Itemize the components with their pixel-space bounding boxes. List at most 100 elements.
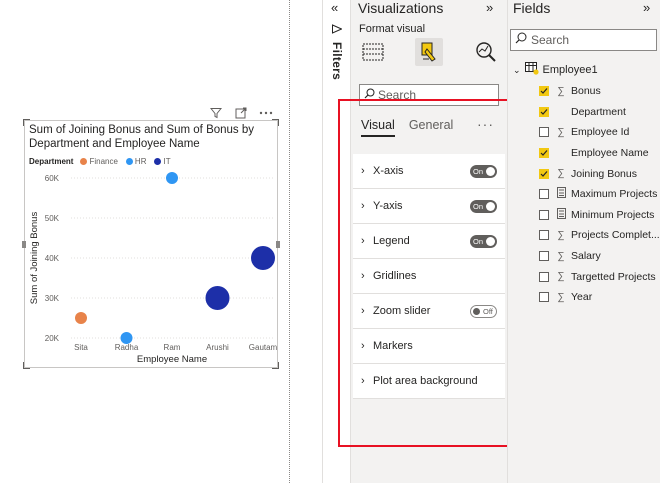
chevron-right-icon: › bbox=[361, 340, 365, 352]
calculator-icon bbox=[555, 187, 567, 201]
resize-corner-tr[interactable] bbox=[272, 119, 279, 126]
card-legend[interactable]: › Legend On bbox=[353, 224, 505, 259]
field-item-targetted-projects[interactable]: ∑ Targetted Projects bbox=[539, 266, 660, 287]
field-checkbox[interactable] bbox=[539, 292, 549, 303]
chevron-right-double-icon[interactable]: » bbox=[486, 0, 493, 15]
card-label: Legend bbox=[373, 235, 410, 247]
field-checkbox[interactable] bbox=[539, 168, 549, 179]
card-label: Y-axis bbox=[373, 200, 403, 212]
tab-visual[interactable]: Visual bbox=[361, 118, 395, 137]
field-item-department[interactable]: Department bbox=[539, 102, 660, 123]
data-point-it-arushi[interactable] bbox=[205, 286, 230, 310]
data-point-hr-ram[interactable] bbox=[166, 172, 178, 184]
table-employee1[interactable]: ⌄ Employee1 bbox=[513, 62, 598, 78]
calculator-icon bbox=[555, 207, 567, 222]
field-item-year[interactable]: ∑ Year bbox=[539, 287, 660, 308]
toggle-state: On bbox=[473, 237, 484, 246]
field-checkbox[interactable] bbox=[539, 86, 549, 97]
card-zoom-slider[interactable]: › Zoom slider Off bbox=[353, 294, 505, 329]
report-canvas: Sum of Joining Bonus and Sum of Bonus by… bbox=[0, 0, 322, 483]
sigma-icon: ∑ bbox=[557, 250, 565, 262]
card-y-axis[interactable]: › Y-axis On bbox=[353, 189, 505, 224]
card-label: Plot area background bbox=[373, 375, 478, 387]
y-tick-label: 50K bbox=[45, 214, 60, 223]
field-item-bonus[interactable]: ∑ Bonus bbox=[539, 81, 660, 102]
resize-handle-right[interactable] bbox=[276, 241, 280, 248]
field-checkbox[interactable] bbox=[539, 271, 549, 282]
format-visual-icon[interactable] bbox=[415, 38, 443, 66]
chevron-left-double-icon[interactable]: « bbox=[331, 0, 338, 15]
sigma-icon: ∑ bbox=[557, 229, 565, 241]
field-list: ∑ Bonus Department ∑ Employee Id Employee Nam… bbox=[539, 81, 660, 308]
resize-corner-br[interactable] bbox=[272, 362, 279, 369]
card-label: Markers bbox=[373, 340, 413, 352]
more-options-icon[interactable]: ··· bbox=[477, 116, 494, 132]
y-tick-label: 20K bbox=[45, 334, 60, 343]
chevron-right-icon: › bbox=[361, 200, 365, 212]
y-tick-label: 30K bbox=[45, 294, 60, 303]
fields-title: Fields bbox=[513, 0, 551, 16]
tab-general[interactable]: General bbox=[409, 118, 453, 137]
field-item-employee-name[interactable]: Employee Name bbox=[539, 143, 660, 164]
filter-icon[interactable] bbox=[208, 105, 224, 121]
resize-corner-tl[interactable] bbox=[23, 119, 30, 126]
x-tick-label: Radha bbox=[115, 343, 139, 352]
field-checkbox[interactable] bbox=[539, 251, 549, 262]
field-item-salary[interactable]: ∑ Salary bbox=[539, 246, 660, 267]
card-plot-area-background[interactable]: › Plot area background bbox=[353, 364, 505, 399]
field-item-employee-id[interactable]: ∑ Employee Id bbox=[539, 122, 660, 143]
data-point-hr-radha[interactable] bbox=[120, 332, 133, 344]
field-checkbox[interactable] bbox=[539, 106, 549, 117]
pane-mode-icons bbox=[359, 38, 504, 68]
toggle-knob bbox=[473, 308, 480, 315]
sigma-icon: ∑ bbox=[557, 168, 565, 180]
toggle-knob bbox=[486, 237, 495, 246]
field-item-maximum-projects[interactable]: Maximum Projects bbox=[539, 184, 660, 205]
legend-toggle[interactable]: On bbox=[470, 235, 497, 248]
y-tick-label: 60K bbox=[45, 174, 60, 183]
x-axis-toggle[interactable]: On bbox=[470, 165, 497, 178]
visualizations-pane: Visualizations » Format visual Visual Ge… bbox=[350, 0, 507, 483]
chevron-right-icon: › bbox=[361, 375, 365, 387]
chevron-down-icon: ⌄ bbox=[513, 64, 521, 75]
filters-pane-collapsed[interactable]: « Filters bbox=[322, 0, 350, 483]
fields-search-box[interactable] bbox=[510, 29, 657, 51]
field-checkbox[interactable] bbox=[539, 209, 549, 220]
focus-mode-icon[interactable] bbox=[233, 105, 249, 121]
field-label: Employee Name bbox=[571, 147, 649, 160]
table-name: Employee1 bbox=[542, 64, 598, 76]
data-point-it-gautam[interactable] bbox=[251, 246, 275, 270]
field-checkbox[interactable] bbox=[539, 148, 549, 159]
toggle-state: On bbox=[473, 167, 484, 176]
card-gridlines[interactable]: › Gridlines bbox=[353, 259, 505, 294]
zoom-slider-toggle[interactable]: Off bbox=[470, 305, 497, 318]
field-label: Minimum Projects bbox=[571, 208, 655, 221]
resize-corner-bl[interactable] bbox=[23, 362, 30, 369]
x-tick-label: Gautam bbox=[249, 343, 278, 352]
search-icon bbox=[515, 31, 527, 49]
card-x-axis[interactable]: › X-axis On bbox=[353, 154, 505, 189]
resize-handle-left[interactable] bbox=[22, 241, 26, 248]
field-label: Year bbox=[571, 291, 593, 304]
table-icon bbox=[524, 62, 539, 78]
field-item-joining-bonus[interactable]: ∑ Joining Bonus bbox=[539, 163, 660, 184]
build-visual-icon[interactable] bbox=[359, 38, 387, 66]
field-checkbox[interactable] bbox=[539, 189, 549, 200]
analytics-icon[interactable] bbox=[472, 38, 500, 66]
field-label: Salary bbox=[571, 250, 601, 263]
format-search-box[interactable] bbox=[359, 84, 499, 106]
field-label: Employee Id bbox=[571, 126, 630, 139]
filters-label[interactable]: Filters bbox=[330, 42, 344, 80]
field-checkbox[interactable] bbox=[539, 127, 549, 138]
y-tick-label: 40K bbox=[45, 254, 60, 263]
card-markers[interactable]: › Markers bbox=[353, 329, 505, 364]
field-item-projects-complet[interactable]: ∑ Projects Complet... bbox=[539, 225, 660, 246]
y-axis-toggle[interactable]: On bbox=[470, 200, 497, 213]
fields-search-input[interactable] bbox=[531, 33, 651, 47]
field-checkbox[interactable] bbox=[539, 230, 549, 241]
format-search-input[interactable] bbox=[378, 88, 496, 102]
field-item-minimum-projects[interactable]: Minimum Projects bbox=[539, 205, 660, 226]
data-point-finance-sita[interactable] bbox=[75, 312, 87, 324]
chevron-right-double-icon[interactable]: » bbox=[643, 0, 650, 15]
scatter-chart-visual[interactable]: Sum of Joining Bonus and Sum of Bonus by… bbox=[22, 119, 280, 369]
